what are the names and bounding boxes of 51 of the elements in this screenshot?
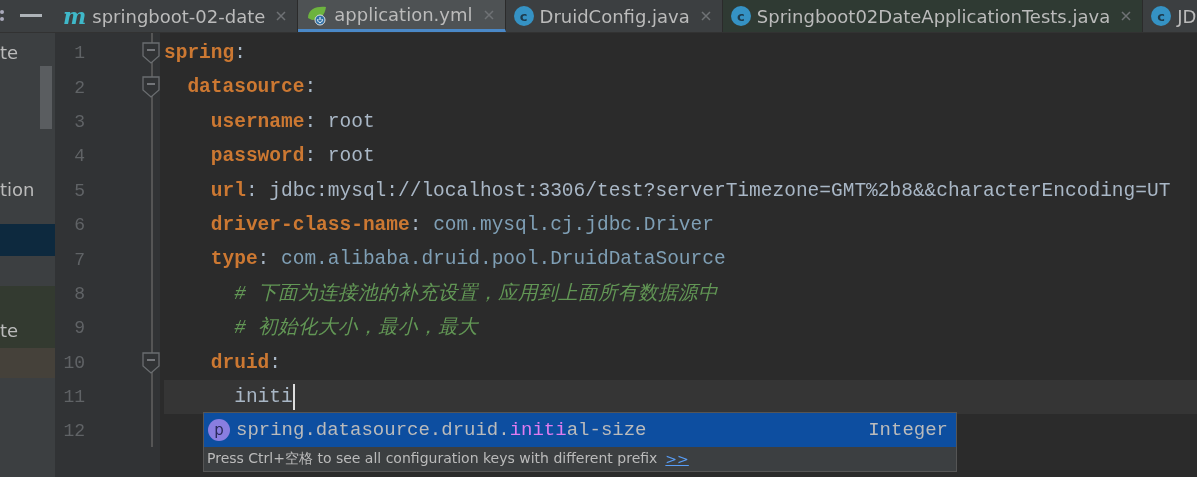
yaml-key: password — [210, 145, 305, 168]
hint-text: Press Ctrl+空格 to see all configuration keys with different prefix — [207, 450, 658, 468]
yaml-key: datasource — [187, 76, 305, 99]
class-icon: c — [1151, 6, 1172, 26]
yaml-value: jdbc:mysql://localhost:3306/test?serverTimezone=GMT%2b8&&characterEncoding=UT — [269, 179, 1171, 202]
close-icon[interactable] — [482, 8, 495, 21]
yaml-key: druid — [210, 351, 270, 374]
code-comment: # 下面为连接池的补充设置，应用到上面所有数据源中 — [234, 282, 718, 305]
hide-icon[interactable] — [20, 14, 42, 18]
hint-link[interactable]: >> — [665, 451, 689, 467]
typed-text: initi — [234, 385, 293, 408]
yaml-key: spring — [164, 42, 235, 64]
yaml-value: root — [327, 110, 375, 133]
class-icon: c — [513, 6, 534, 26]
yaml-key: driver-class-name — [210, 213, 410, 236]
property-type: Integer — [868, 419, 948, 441]
module-icon: m — [63, 5, 87, 27]
editor-tab[interactable]: c JD — [1143, 0, 1197, 32]
scrollbar-thumb[interactable] — [40, 66, 52, 129]
tree-item[interactable]: tion — [0, 179, 35, 201]
yaml-value: root — [327, 145, 375, 168]
key-separator: : — [304, 145, 317, 168]
key-separator: : — [304, 110, 317, 133]
fold-icon[interactable] — [142, 42, 160, 64]
key-separator: : — [269, 351, 281, 374]
fold-icon[interactable] — [142, 76, 160, 99]
completion-item[interactable]: p spring.datasource.druid.initial-size Integer — [204, 413, 956, 447]
key-separator: : — [304, 76, 317, 99]
editor-tab[interactable]: application.yml — [298, 0, 506, 32]
close-icon[interactable] — [699, 10, 712, 22]
yaml-key: type — [210, 248, 258, 271]
yaml-key: username — [210, 110, 305, 133]
key-separator: : — [234, 42, 246, 64]
property-icon: p — [208, 419, 230, 441]
fold-icon[interactable] — [142, 351, 160, 374]
yaml-value: com.alibaba.druid.pool.DruidDataSource — [281, 248, 726, 271]
class-icon: c — [730, 6, 751, 26]
tree-item[interactable]: te — [0, 285, 55, 348]
close-icon[interactable] — [1120, 10, 1133, 22]
tree-item[interactable]: te — [0, 42, 19, 63]
key-separator: : — [245, 179, 258, 202]
editor-tab[interactable]: c DruidConfig.java — [505, 0, 723, 32]
close-icon[interactable] — [275, 10, 288, 22]
yaml-key: url — [210, 179, 246, 202]
key-separator: : — [409, 213, 422, 236]
code-comment: # 初始化大小，最小，最大 — [234, 317, 478, 340]
yaml-value: com.mysql.cj.jdbc.Driver — [433, 213, 714, 236]
key-separator: : — [257, 248, 270, 271]
tree-item[interactable] — [0, 223, 55, 256]
editor-tab[interactable]: c Springboot02DateApplicationTests.java — [722, 0, 1144, 32]
property-name: spring.datasource.druid.initial-size — [236, 419, 647, 441]
